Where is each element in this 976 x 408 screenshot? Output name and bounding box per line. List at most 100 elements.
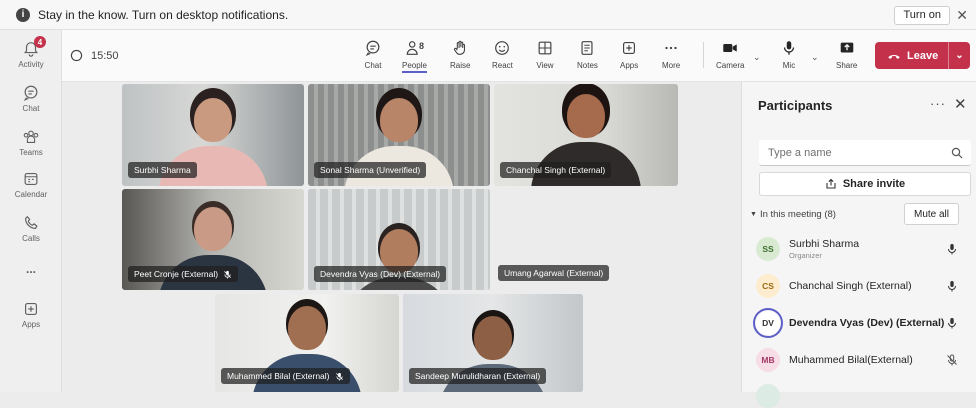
- participant-name: Surbhi Sharma: [789, 238, 860, 250]
- raise-hand-button[interactable]: Raise: [450, 39, 470, 70]
- close-icon[interactable]: ✕: [954, 95, 967, 113]
- share-invite-label: Share invite: [842, 178, 906, 190]
- video-tile[interactable]: Chanchal Singh (External): [494, 84, 678, 186]
- participant-head: [194, 98, 232, 142]
- react-button[interactable]: React: [492, 39, 513, 70]
- more-options-icon[interactable]: ···: [930, 96, 946, 111]
- participant-name: Muhammed Bilal(External): [789, 354, 913, 366]
- rail-item-chat[interactable]: Chat: [0, 84, 62, 113]
- tile-name: Devendra Vyas (Dev) (External): [320, 269, 441, 279]
- muted-mic-icon: [947, 354, 957, 366]
- calendar-icon: [24, 173, 38, 185]
- search-input[interactable]: Type a name: [759, 140, 971, 166]
- apps-label: Apps: [620, 61, 639, 70]
- video-tile[interactable]: Surbhi Sharma: [122, 84, 304, 186]
- share-button[interactable]: Share: [836, 39, 857, 70]
- tile-name: Peet Cronje (External): [134, 269, 219, 279]
- more-button[interactable]: More: [662, 39, 680, 70]
- apps-icon: [623, 42, 636, 54]
- participant-head: [567, 94, 605, 138]
- tile-nametag: Umang Agarwal (External): [498, 265, 610, 281]
- mute-all-button[interactable]: Mute all: [904, 203, 959, 225]
- microphone-icon: [948, 281, 956, 292]
- app-rail: 4 Activity Chat Teams Calendar Calls ...…: [0, 30, 62, 392]
- timer-text: 15:50: [91, 49, 119, 62]
- video-tile[interactable]: Peet Cronje (External): [122, 189, 304, 290]
- tile-nametag: Devendra Vyas (Dev) (External): [314, 266, 447, 282]
- microphone-icon: [783, 41, 795, 55]
- toolbar-divider: [703, 42, 704, 68]
- people-count: 8: [419, 41, 425, 51]
- panel-title: Participants: [758, 98, 833, 113]
- rail-item-calendar[interactable]: Calendar: [0, 170, 62, 199]
- teams-icon: [23, 130, 39, 143]
- avatar: DV: [753, 308, 783, 338]
- more-label: More: [662, 61, 681, 70]
- participant-row[interactable]: MB Muhammed Bilal(External): [756, 348, 966, 372]
- participant-row[interactable]: DV Devendra Vyas (Dev) (External): [753, 308, 966, 338]
- participant-row[interactable]: SS Surbhi Sharma Organizer: [756, 237, 966, 261]
- grid-icon: [538, 41, 552, 55]
- tile-name: Umang Agarwal (External): [504, 268, 604, 278]
- leave-button[interactable]: Leave ⌄: [875, 42, 970, 69]
- close-icon[interactable]: ✕: [956, 7, 968, 24]
- people-button[interactable]: 8 People: [402, 39, 427, 73]
- notes-icon: [581, 41, 593, 55]
- avatar: [756, 384, 780, 408]
- rail-label: Teams: [19, 148, 43, 157]
- video-tile[interactable]: Muhammed Bilal (External): [215, 294, 399, 392]
- tile-name: Muhammed Bilal (External): [227, 371, 330, 381]
- participants-panel: Participants ··· ✕ Type a name Share inv…: [741, 82, 976, 408]
- raise-label: Raise: [450, 61, 471, 70]
- rail-item-more[interactable]: ...: [0, 262, 62, 276]
- view-label: View: [536, 61, 554, 70]
- leave-label: Leave: [907, 49, 939, 62]
- notes-button[interactable]: Notes: [577, 39, 598, 70]
- apps-button[interactable]: Apps: [620, 39, 638, 70]
- hand-icon: [454, 40, 466, 55]
- mic-options-chevron-icon[interactable]: ⌄: [811, 52, 819, 63]
- audio-only-participant[interactable]: Umang Agarwal (External): [498, 265, 610, 281]
- hang-up-icon: [888, 54, 900, 59]
- people-label: People: [402, 61, 427, 70]
- video-tile[interactable]: Devendra Vyas (Dev) (External): [308, 189, 490, 290]
- more-icon: [665, 46, 677, 50]
- search-icon: [951, 147, 963, 159]
- participant-head: [288, 306, 326, 350]
- smile-icon: [495, 41, 510, 55]
- tile-nametag: Sandeep Murulidharan (External): [409, 368, 547, 384]
- camera-button[interactable]: Camera: [716, 39, 744, 70]
- participant-head: [380, 98, 418, 142]
- participant-row[interactable]: CS Chanchal Singh (External): [756, 274, 966, 298]
- rail-item-activity[interactable]: 4 Activity: [0, 36, 62, 69]
- chat-button[interactable]: Chat: [364, 39, 382, 70]
- tile-nametag: Chanchal Singh (External): [500, 162, 612, 178]
- in-meeting-section-header[interactable]: ▼ In this meeting (8): [750, 209, 836, 220]
- rail-label: Apps: [21, 320, 41, 329]
- phone-icon: [25, 215, 38, 229]
- turn-on-button[interactable]: Turn on: [894, 6, 950, 25]
- tile-nametag: Sonal Sharma (Unverified): [314, 162, 427, 178]
- rail-item-apps[interactable]: Apps: [0, 300, 62, 329]
- tile-name: Sonal Sharma (Unverified): [320, 165, 421, 175]
- video-stage: Surbhi Sharma Sonal Sharma (Unverified) …: [62, 82, 740, 392]
- avatar: SS: [756, 237, 780, 261]
- camera-options-chevron-icon[interactable]: ⌄: [753, 52, 761, 63]
- rail-item-calls[interactable]: Calls: [0, 214, 62, 243]
- participant-row-partial[interactable]: [756, 384, 966, 408]
- video-tile[interactable]: Sonal Sharma (Unverified): [308, 84, 490, 186]
- share-invite-button[interactable]: Share invite: [759, 172, 971, 196]
- mic-button[interactable]: Mic: [780, 39, 798, 70]
- view-button[interactable]: View: [536, 39, 554, 70]
- tile-nametag: Surbhi Sharma: [128, 162, 197, 178]
- participant-name: Devendra Vyas (Dev) (External): [789, 317, 945, 329]
- video-tile[interactable]: Sandeep Murulidharan (External): [403, 294, 583, 392]
- share-label: Share: [836, 61, 858, 70]
- share-icon: [826, 178, 836, 189]
- microphone-icon: [948, 244, 956, 255]
- leave-options-chevron-icon[interactable]: ⌄: [949, 50, 970, 61]
- participant-head: [194, 207, 232, 251]
- rail-item-teams[interactable]: Teams: [0, 128, 62, 157]
- participant-name: Chanchal Singh (External): [789, 280, 912, 292]
- avatar: CS: [756, 274, 780, 298]
